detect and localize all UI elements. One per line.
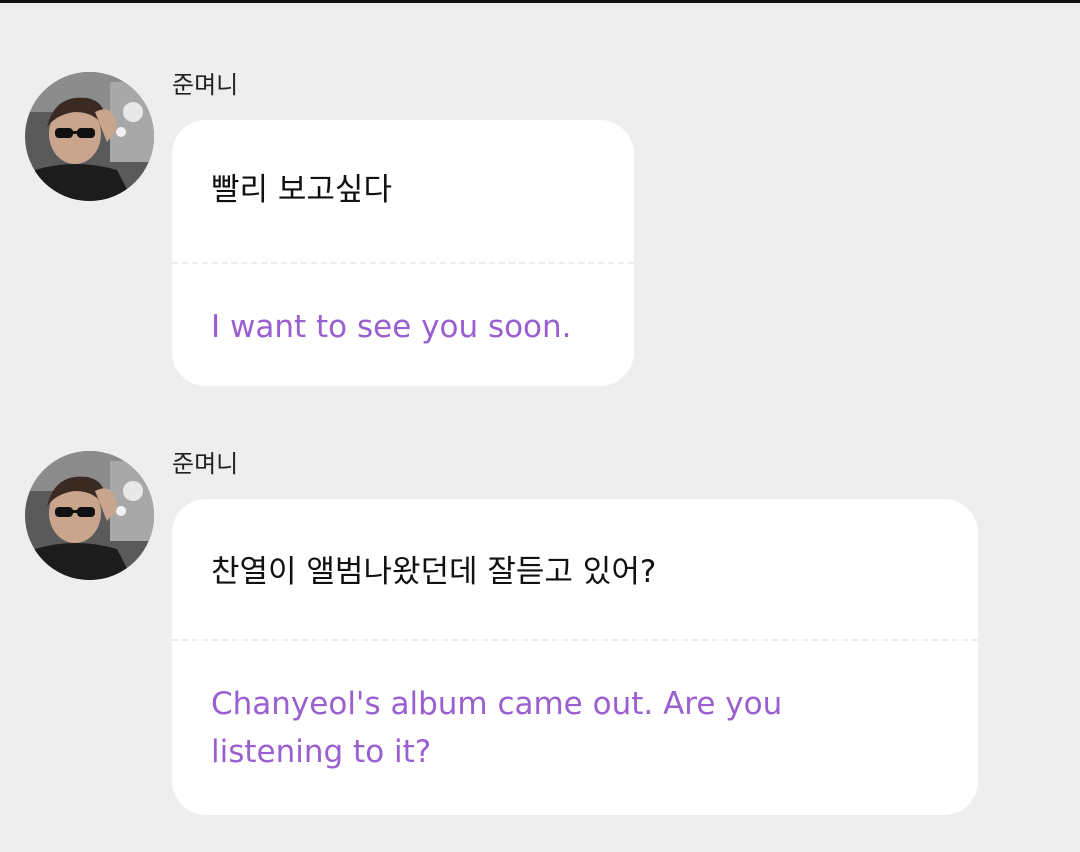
translation-divider: [172, 262, 634, 264]
translation-divider: [172, 639, 978, 641]
avatar-photo-icon: [25, 72, 154, 201]
sender-name: 준며니: [172, 71, 239, 99]
translated-message-text: Chanyeol's album came out. Are you liste…: [211, 686, 783, 770]
avatar[interactable]: [25, 72, 154, 201]
message-bubble[interactable]: 찬열이 앨범나왔던데 잘듣고 있어? Chanyeol's album came…: [172, 499, 978, 815]
original-message-text: 찬열이 앨범나왔던데 잘듣고 있어?: [211, 554, 657, 590]
message-bubble[interactable]: 빨리 보고싶다 I want to see you soon.: [172, 120, 634, 386]
avatar-photo-icon: [25, 451, 154, 580]
sender-name: 준며니: [172, 450, 239, 478]
top-border: [0, 0, 1080, 3]
avatar[interactable]: [25, 451, 154, 580]
original-message-text: 빨리 보고싶다: [211, 172, 392, 208]
translated-message-text: I want to see you soon.: [211, 309, 572, 345]
